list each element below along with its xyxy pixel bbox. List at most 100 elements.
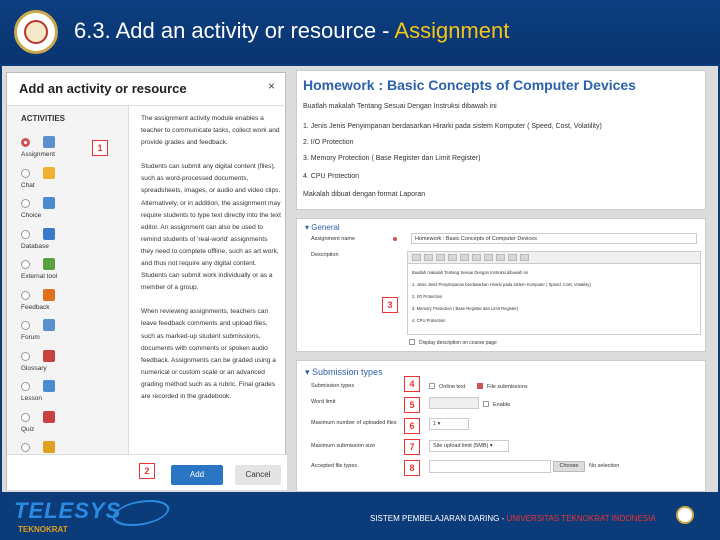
activity-item[interactable]: Glossary xyxy=(21,349,121,380)
enable-label: Enable xyxy=(493,402,511,408)
submission-section-label: Submission types xyxy=(312,367,383,377)
display-description-checkbox[interactable] xyxy=(409,339,415,345)
image-icon[interactable] xyxy=(508,254,517,261)
teknokrat-logo: TEKNOKRAT xyxy=(18,525,68,534)
activity-item[interactable]: Chat xyxy=(21,166,121,197)
general-section-label: General xyxy=(311,223,340,232)
homework-title: Homework : Basic Concepts of Computer De… xyxy=(303,77,636,93)
activity-label: Glossary xyxy=(21,364,47,372)
homework-line: Makalah dibuat dengan format Laporan xyxy=(303,191,426,198)
general-section-header[interactable]: ▾ General xyxy=(305,223,340,232)
activity-item[interactable]: External tool xyxy=(21,258,121,288)
bullet-list-icon[interactable] xyxy=(460,254,469,261)
word-limit-input[interactable] xyxy=(429,397,479,409)
homework-line: Buatlah makalah Tentang Sesuai Dengan In… xyxy=(303,103,497,110)
add-activity-modal: Add an activity or resource × ACTIVITIES… xyxy=(6,72,287,490)
activity-label: Lesson xyxy=(21,395,42,402)
puzzle-icon xyxy=(43,258,55,270)
max-size-label: Maximum submission size xyxy=(311,443,376,449)
file-submissions-checkbox[interactable] xyxy=(477,383,483,389)
step-marker: 6 xyxy=(404,418,420,434)
max-size-value: Site upload limit (5MB) xyxy=(433,443,489,449)
step-marker: 3 xyxy=(382,297,398,313)
homework-line: 3. Memory Protection ( Base Register dan… xyxy=(303,155,481,162)
media-icon[interactable] xyxy=(520,254,529,261)
footer-text-main: SISTEM PEMBELAJARAN DARING - xyxy=(370,514,507,523)
max-files-value: 1 xyxy=(433,421,437,427)
editor-toolbar xyxy=(408,252,700,264)
choose-button[interactable]: Choose xyxy=(553,461,585,472)
activity-radio[interactable] xyxy=(21,168,30,178)
activity-label: Quiz xyxy=(21,425,35,433)
online-text-label: Online text xyxy=(439,384,466,390)
cancel-button[interactable]: Cancel xyxy=(235,465,281,485)
activity-radio[interactable] xyxy=(21,321,30,330)
activity-item[interactable]: Lesson xyxy=(21,380,121,410)
slide-title: 6.3. Add an activity or resource - Assig… xyxy=(74,18,509,44)
title-main: 6.3. Add an activity or resource - xyxy=(74,18,395,43)
editor-line: 2. I/O Protection xyxy=(412,294,443,299)
homework-line: 4. CPU Protection xyxy=(303,173,360,180)
submission-types-section: ▾ Submission types Submission types Onli… xyxy=(296,360,706,492)
style-icon[interactable] xyxy=(424,254,433,261)
activity-radio[interactable] xyxy=(21,443,30,452)
activity-item[interactable]: Forum xyxy=(21,319,121,349)
activity-radio[interactable] xyxy=(21,351,30,361)
max-files-select[interactable]: 1 ▾ xyxy=(429,418,469,430)
enable-word-limit-checkbox[interactable] xyxy=(483,401,489,407)
chat-icon xyxy=(43,166,55,179)
accepted-file-types-input[interactable] xyxy=(429,460,551,473)
step-marker: 1 xyxy=(92,140,108,156)
bold-icon[interactable] xyxy=(436,254,445,261)
link-icon[interactable] xyxy=(484,254,493,261)
slide-header: 6.3. Add an activity or resource - Assig… xyxy=(0,0,720,64)
activity-radio[interactable] xyxy=(21,260,30,269)
lesson-icon xyxy=(43,380,55,392)
max-files-label: Maximum number of uploaded files xyxy=(311,420,397,426)
unlink-icon[interactable] xyxy=(496,254,505,261)
activity-radio[interactable] xyxy=(21,199,30,208)
description-editor[interactable]: Buatlah makalah Tentang Sesuai Dengan In… xyxy=(407,251,701,335)
file-submissions-label: File submissions xyxy=(487,384,528,390)
activity-description: The assignment activity module enables a… xyxy=(141,113,281,415)
submission-section-header[interactable]: ▾ Submission types xyxy=(305,367,383,378)
no-selection-label: No selection xyxy=(589,463,620,469)
activity-label: Feedback xyxy=(21,303,50,311)
activity-item[interactable]: SCORM package xyxy=(21,441,121,454)
description-paragraph: When reviewing assignments, teachers can… xyxy=(141,308,276,400)
homework-line: 2. I/O Protection xyxy=(303,139,354,146)
step-marker: 8 xyxy=(404,460,420,476)
activity-item[interactable]: Quiz xyxy=(21,410,121,441)
description-paragraph: The assignment activity module enables a… xyxy=(141,115,280,147)
online-text-checkbox[interactable] xyxy=(429,383,435,389)
title-accent: Assignment xyxy=(394,18,510,43)
add-button[interactable]: Add xyxy=(171,465,223,485)
megaphone-icon xyxy=(43,288,55,301)
accepted-file-types-label: Accepted file types xyxy=(311,463,358,469)
assignment-name-input[interactable]: Homework : Basic Concepts of Computer De… xyxy=(411,233,697,244)
activity-radio[interactable] xyxy=(21,290,30,300)
activity-radio[interactable] xyxy=(21,138,30,147)
homework-preview: Homework : Basic Concepts of Computer De… xyxy=(296,70,706,210)
choice-icon xyxy=(43,197,55,209)
description-paragraph: Students can submit any digital content … xyxy=(141,163,282,292)
format-icon[interactable] xyxy=(412,254,421,261)
activity-list: ACTIVITIES Assignment Chat Choice Database E… xyxy=(7,106,129,454)
telesys-logo: TELESYS xyxy=(14,498,122,523)
activity-radio[interactable] xyxy=(21,382,30,391)
activity-radio[interactable] xyxy=(21,229,30,239)
activity-item[interactable]: Feedback xyxy=(21,288,121,319)
forum-icon xyxy=(43,319,55,331)
activity-radio[interactable] xyxy=(21,412,30,422)
italic-icon[interactable] xyxy=(448,254,457,261)
numbered-list-icon[interactable] xyxy=(472,254,481,261)
activity-label: Forum xyxy=(21,334,40,341)
university-logo xyxy=(14,10,58,54)
activity-label: Chat xyxy=(21,181,35,189)
activity-item[interactable]: Choice xyxy=(21,197,121,227)
activities-header: ACTIVITIES xyxy=(21,114,66,123)
max-size-select[interactable]: Site upload limit (5MB) ▾ xyxy=(429,440,509,452)
activity-item[interactable]: Database xyxy=(21,227,121,258)
activity-label: Assignment xyxy=(21,151,55,158)
close-icon[interactable]: × xyxy=(268,79,275,93)
